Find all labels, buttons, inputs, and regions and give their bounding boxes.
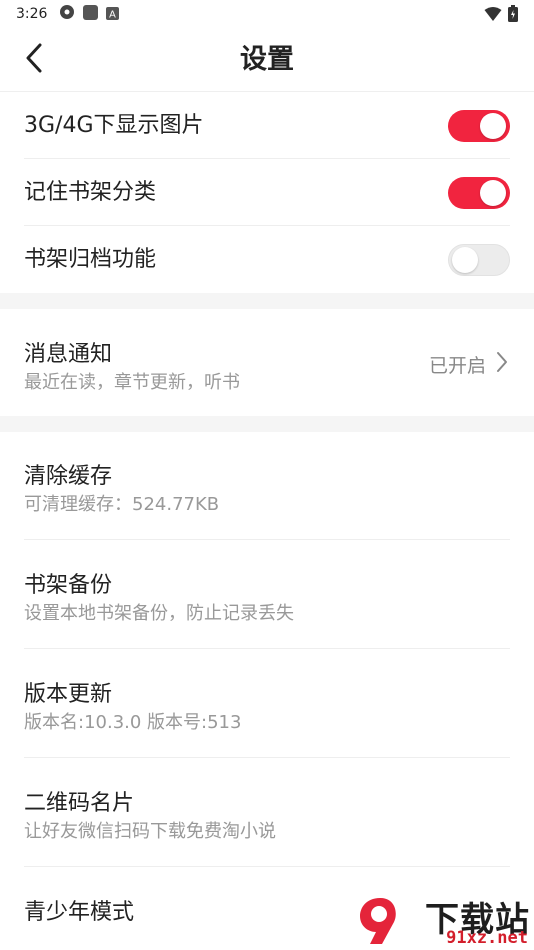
a-letter-icon: A <box>106 5 120 24</box>
square-icon <box>83 4 99 24</box>
shelf-archive-switch[interactable] <box>448 244 510 276</box>
remember-shelf-category-switch[interactable] <box>448 177 510 209</box>
item-title: 清除缓存 <box>24 464 113 489</box>
divider <box>24 225 510 226</box>
watermark-url: 91xz.net <box>446 928 528 948</box>
qr-card-row[interactable]: 二维码名片 让好友微信扫码下载免费淘小说 <box>0 758 534 867</box>
item-subtitle: 最近在读，章节更新，听书 <box>24 372 240 393</box>
version-update-row[interactable]: 版本更新 版本名:10.3.0 版本号:513 <box>0 649 534 758</box>
switch-knob <box>480 113 506 139</box>
switch-knob <box>480 180 506 206</box>
item-subtitle: 版本名:10.3.0 版本号:513 <box>24 712 242 733</box>
toggle-row-shelf-archive: 书架归档功能 <box>0 227 534 293</box>
switch-knob <box>452 247 478 273</box>
item-subtitle: 可清理缓存：524.77KB <box>24 494 220 515</box>
site-watermark: 下载站 91xz.net <box>354 888 534 950</box>
item-title: 消息通知 <box>24 342 113 367</box>
section-gap <box>0 416 534 432</box>
clear-cache-row[interactable]: 清除缓存 可清理缓存：524.77KB <box>0 432 534 540</box>
svg-text:A: A <box>110 9 117 20</box>
section-gap <box>0 293 534 309</box>
status-time: 3:26 <box>16 6 48 22</box>
battery-icon <box>508 5 518 26</box>
item-subtitle: 让好友微信扫码下载免费淘小说 <box>24 821 276 842</box>
app-bar: 设置 <box>0 28 534 92</box>
item-title: 二维码名片 <box>24 791 135 816</box>
item-title: 版本更新 <box>24 682 113 707</box>
toggle-row-images-on-mobile: 3G/4G下显示图片 <box>0 93 534 159</box>
notification-status: 已开启 <box>428 355 486 377</box>
watermark-logo-icon <box>356 894 404 950</box>
divider <box>24 158 510 159</box>
images-on-mobile-switch[interactable] <box>448 110 510 142</box>
toggle-label: 书架归档功能 <box>24 247 157 272</box>
toggle-label: 记住书架分类 <box>24 180 157 205</box>
item-subtitle: 设置本地书架备份，防止记录丢失 <box>24 603 294 624</box>
toggle-label: 3G/4G下显示图片 <box>24 113 204 138</box>
shelf-backup-row[interactable]: 书架备份 设置本地书架备份，防止记录丢失 <box>0 540 534 649</box>
chevron-right-icon <box>496 351 508 377</box>
settings-gear-icon <box>59 4 75 24</box>
item-title: 书架备份 <box>24 573 113 598</box>
wifi-icon <box>484 6 502 26</box>
toggle-row-remember-shelf-category: 记住书架分类 <box>0 160 534 226</box>
status-bar: 3:26 A <box>0 0 534 28</box>
item-title: 青少年模式 <box>24 900 135 925</box>
notification-settings-row[interactable]: 消息通知 最近在读，章节更新，听书 已开启 <box>0 309 534 416</box>
page-title: 设置 <box>240 44 294 75</box>
